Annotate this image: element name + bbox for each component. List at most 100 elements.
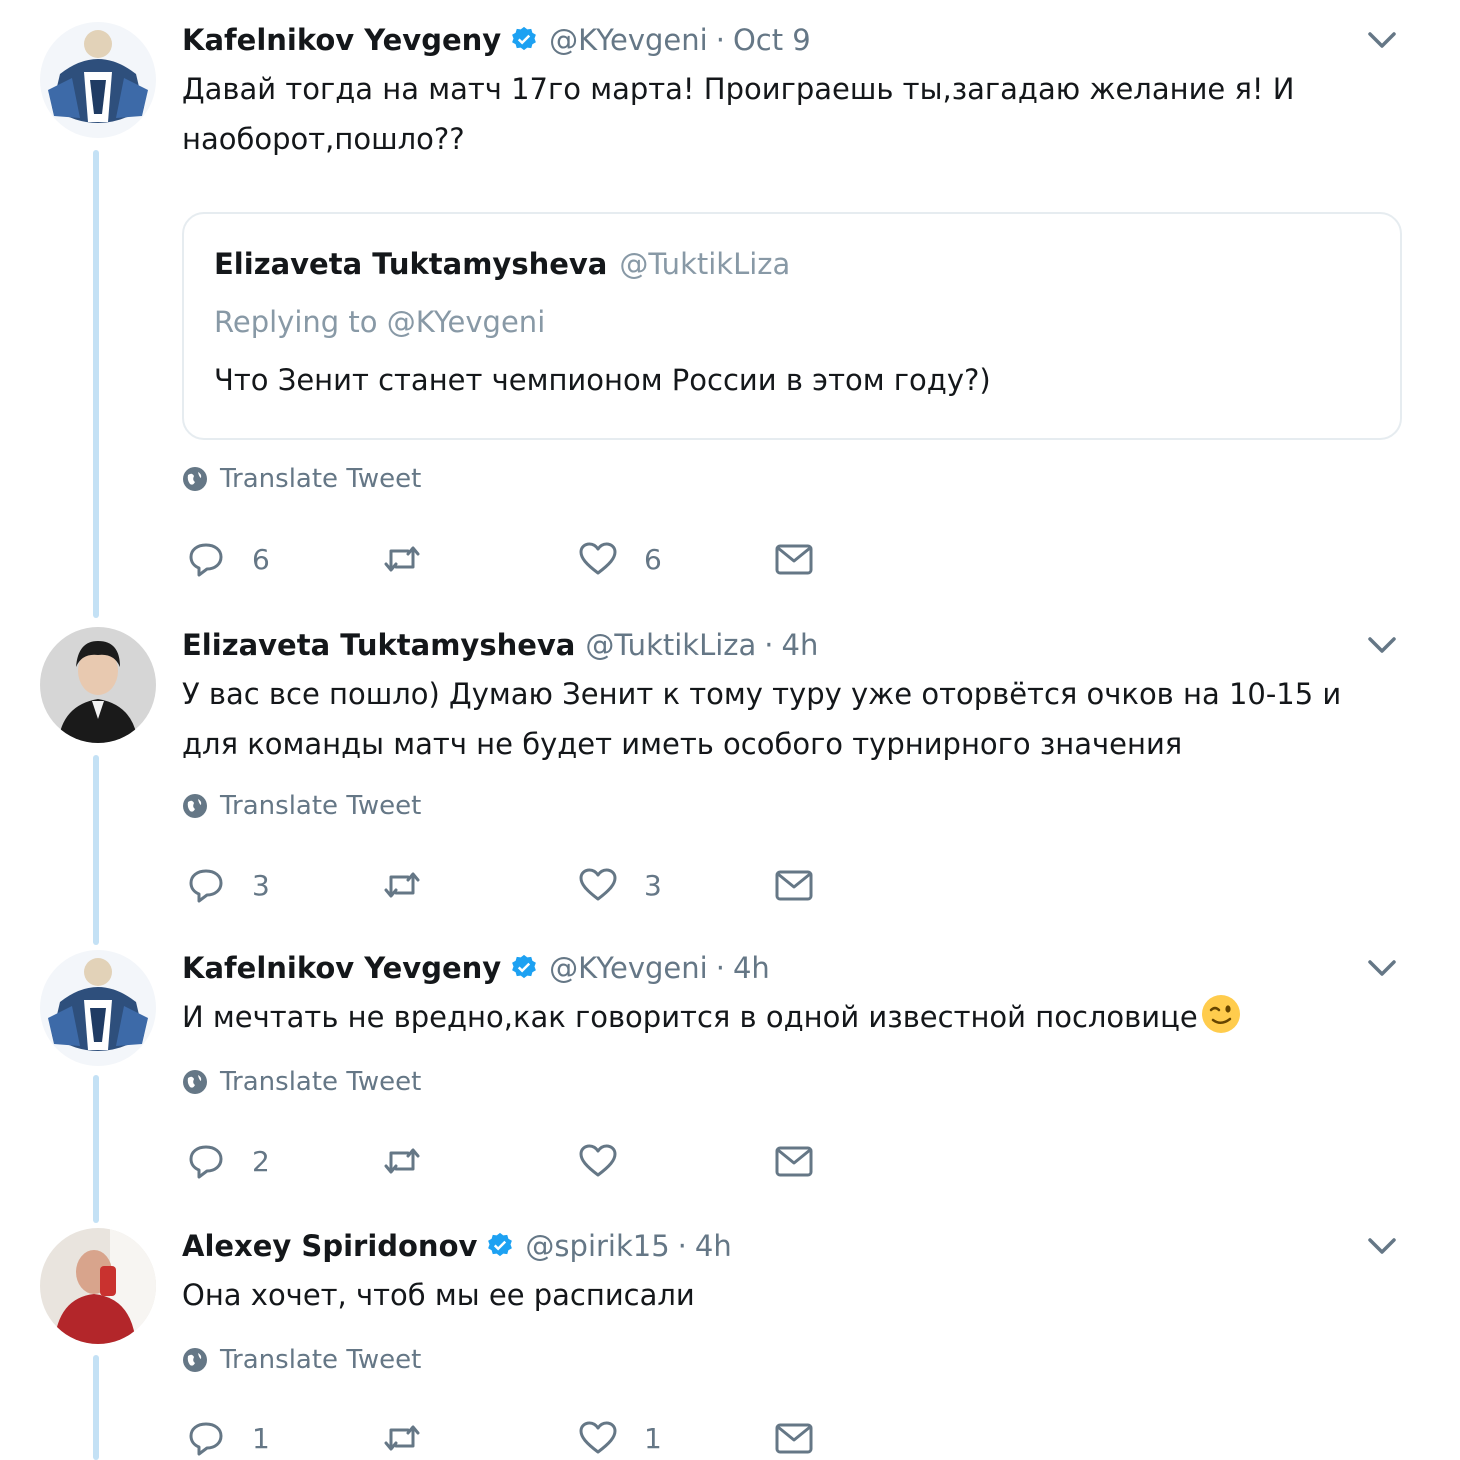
reply-icon (189, 543, 223, 577)
translate-tweet-link[interactable]: Translate Tweet (182, 1344, 421, 1376)
tweet-text: У вас все пошло) Думаю Зенит к тому туру… (182, 677, 1342, 761)
separator: · (715, 951, 725, 985)
verified-badge-icon (512, 954, 537, 979)
direct-message-button[interactable] (774, 537, 814, 581)
tweet-text: И мечтать не вредно,как говорится в одно… (182, 1000, 1198, 1034)
tweet-header: Elizaveta Tuktamysheva @TuktikLiza · 4h (182, 625, 1402, 665)
author-name[interactable]: Kafelnikov Yevgeny (182, 20, 501, 60)
reply-icon (189, 1422, 223, 1456)
tweet-content: Kafelnikov Yevgeny @KYevgeni · Oct 9 Дав… (182, 20, 1402, 577)
direct-message-button[interactable] (774, 863, 814, 907)
translate-tweet-link[interactable]: Translate Tweet (182, 463, 421, 495)
chevron-down-icon[interactable] (1362, 629, 1402, 661)
tweet-content: Elizaveta Tuktamysheva @TuktikLiza · 4h … (182, 625, 1402, 903)
like-count: 1 (644, 1421, 662, 1455)
tweet-actions: 1 1 (186, 1416, 886, 1460)
envelope-icon (775, 870, 813, 901)
verified-badge-icon (488, 1232, 513, 1257)
like-count: 6 (644, 542, 662, 576)
quoted-header: Elizaveta Tuktamysheva @TuktikLiza (214, 244, 1370, 284)
winking-face-emoji (1201, 995, 1240, 1033)
author-handle[interactable]: @KYevgeni (549, 948, 708, 988)
translate-label: Translate Tweet (220, 791, 422, 821)
tweet-actions: 2 (186, 1139, 886, 1183)
tweet-header: Kafelnikov Yevgeny @KYevgeni · Oct 9 (182, 20, 1402, 60)
author-handle[interactable]: @TuktikLiza (585, 625, 756, 665)
author-handle[interactable]: @spirik15 (525, 1226, 669, 1266)
envelope-icon (775, 1423, 813, 1454)
thread-line (93, 150, 99, 618)
like-count: 3 (644, 868, 662, 902)
reply-icon (189, 1145, 223, 1179)
quoted-tweet[interactable]: Elizaveta Tuktamysheva @TuktikLiza Replyi… (182, 212, 1402, 440)
avatar[interactable] (40, 1228, 156, 1344)
retweet-icon (384, 1425, 420, 1451)
chevron-down-icon[interactable] (1362, 1230, 1402, 1262)
chevron-down-icon[interactable] (1362, 24, 1402, 56)
tweet-text: Она хочет, чтоб мы ее расписали (182, 1278, 695, 1312)
direct-message-button[interactable] (774, 1416, 814, 1460)
retweet-button[interactable] (382, 537, 448, 581)
reply-count: 6 (252, 542, 270, 576)
verified-badge-icon (512, 26, 537, 51)
tweet-content: Alexey Spiridonov @spirik15 · 4h Она хоч… (182, 1226, 1402, 1456)
like-button[interactable]: 1 (578, 1416, 662, 1460)
avatar[interactable] (40, 950, 156, 1066)
retweet-icon (384, 872, 420, 898)
timestamp[interactable]: 4h (782, 625, 819, 665)
avatar[interactable] (40, 627, 156, 743)
reply-button[interactable]: 3 (186, 863, 270, 907)
avatar[interactable] (40, 22, 156, 138)
timestamp[interactable]: 4h (733, 948, 770, 988)
reply-count: 3 (252, 868, 270, 902)
translate-tweet-link[interactable]: Translate Tweet (182, 790, 421, 822)
globe-icon (183, 1348, 207, 1372)
separator: · (764, 628, 774, 662)
globe-icon (183, 1070, 207, 1094)
globe-icon (183, 467, 207, 491)
thread-line (93, 1355, 99, 1460)
separator: · (677, 1229, 687, 1263)
retweet-button[interactable] (382, 1416, 448, 1460)
thread-line (93, 1075, 99, 1223)
author-name[interactable]: Alexey Spiridonov (182, 1226, 477, 1266)
heart-icon (579, 1144, 617, 1177)
direct-message-button[interactable] (774, 1139, 814, 1183)
author-name[interactable]: Elizaveta Tuktamysheva (182, 625, 575, 665)
tweet-header: Alexey Spiridonov @spirik15 · 4h (182, 1226, 1402, 1266)
retweet-icon (384, 546, 420, 572)
timestamp[interactable]: Oct 9 (733, 20, 811, 60)
reply-button[interactable]: 6 (186, 537, 270, 581)
translate-tweet-link[interactable]: Translate Tweet (182, 1066, 421, 1098)
heart-icon (579, 868, 617, 901)
globe-icon (183, 794, 207, 818)
thread-line (93, 755, 99, 945)
heart-icon (579, 542, 617, 575)
replying-to: Replying to @KYevgeni (214, 305, 546, 339)
tweet-thread: Kafelnikov Yevgeny @KYevgeni · Oct 9 Дав… (0, 0, 1460, 1460)
like-button[interactable] (578, 1139, 644, 1183)
heart-icon (579, 1421, 617, 1454)
tweet-actions: 6 6 (186, 537, 886, 581)
tweet-content: Kafelnikov Yevgeny @KYevgeni · 4h И мечт… (182, 948, 1402, 1179)
timestamp[interactable]: 4h (695, 1226, 732, 1266)
retweet-button[interactable] (382, 1139, 448, 1183)
reply-count: 2 (252, 1144, 270, 1178)
reply-icon (189, 869, 223, 903)
translate-label: Translate Tweet (220, 464, 422, 494)
reply-button[interactable]: 1 (186, 1416, 270, 1460)
quoted-text: Что Зенит станет чемпионом России в этом… (214, 363, 991, 397)
author-handle[interactable]: @KYevgeni (549, 20, 708, 60)
author-name[interactable]: Kafelnikov Yevgeny (182, 948, 501, 988)
reply-count: 1 (252, 1421, 270, 1455)
retweet-button[interactable] (382, 863, 448, 907)
like-button[interactable]: 6 (578, 537, 662, 581)
tweet-text: Давай тогда на матч 17го марта! Проиграе… (182, 72, 1295, 156)
tweet-actions: 3 3 (186, 863, 886, 907)
retweet-icon (384, 1148, 420, 1174)
like-button[interactable]: 3 (578, 863, 662, 907)
quoted-author-name: Elizaveta Tuktamysheva (214, 247, 608, 281)
chevron-down-icon[interactable] (1362, 952, 1402, 984)
separator: · (715, 23, 725, 57)
reply-button[interactable]: 2 (186, 1139, 270, 1183)
